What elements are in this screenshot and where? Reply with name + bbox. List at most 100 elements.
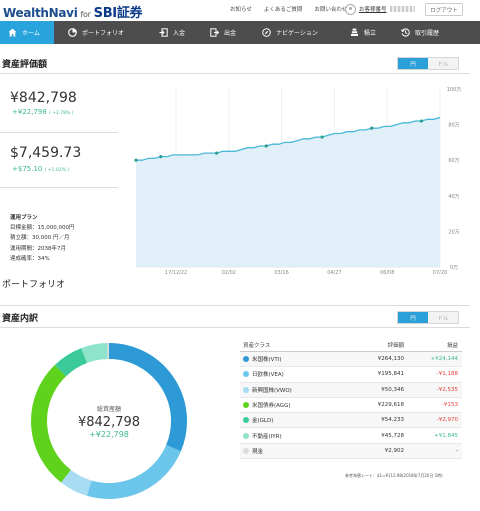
asset-name: 日欧株(VEA) bbox=[252, 372, 284, 379]
valuation-usd-toggle[interactable]: ドル bbox=[428, 58, 458, 69]
valuation-title: 資産評価額 bbox=[2, 60, 48, 70]
total-assets-value: ¥842,798 bbox=[77, 414, 141, 430]
col-value: 評価額 bbox=[387, 342, 404, 349]
asset-profit-loss: -¥153 bbox=[442, 402, 458, 409]
investment-plan: 運用プラン 目標金額：15,000,000円 積立額：30,000 円／月 運用… bbox=[10, 213, 75, 264]
logo-partner-text: SBI証券 bbox=[93, 6, 143, 21]
asset-value: ¥229,618 bbox=[377, 402, 404, 409]
total-assets-gain: +¥22,798 bbox=[89, 429, 129, 439]
nav-item-accumulation[interactable]: 積立 bbox=[342, 21, 393, 44]
x-tick-label: 02/02 bbox=[222, 270, 236, 276]
asset-name: 不動産(IYR) bbox=[252, 433, 282, 440]
series-area bbox=[136, 117, 440, 267]
history-icon bbox=[401, 28, 410, 37]
divider bbox=[0, 73, 470, 74]
faq-link[interactable]: よくあるご質問 bbox=[264, 5, 303, 13]
deposit-marker bbox=[370, 126, 374, 130]
deposit-marker bbox=[159, 155, 163, 159]
logout-button[interactable]: ログアウト bbox=[425, 3, 463, 16]
breakdown-yen-toggle[interactable]: 円 bbox=[398, 312, 428, 323]
table-row: 現金 ¥2,902 - bbox=[240, 443, 462, 460]
nav-item-navigation[interactable]: ナビゲーション bbox=[254, 21, 342, 44]
deposit-marker bbox=[134, 158, 138, 162]
legend-dot-icon bbox=[243, 432, 249, 439]
breakdown-usd-toggle[interactable]: ドル bbox=[428, 312, 458, 323]
deposit-marker bbox=[264, 144, 268, 148]
asset-value: ¥264,130 bbox=[377, 356, 404, 363]
plan-achievement: 達成確率：34% bbox=[10, 255, 50, 262]
y-tick-label: 0万 bbox=[450, 265, 458, 271]
nav-label-withdraw: 出金 bbox=[224, 30, 237, 37]
deposit-marker bbox=[320, 135, 324, 139]
valuation-yen-toggle[interactable]: 円 bbox=[398, 58, 428, 69]
asset-profit-loss: - bbox=[456, 447, 458, 454]
pie-chart-icon bbox=[68, 28, 77, 37]
nav-label-history: 取引履歴 bbox=[415, 30, 440, 37]
plan-monthly: 積立額：30,000 円／月 bbox=[10, 235, 70, 242]
divider bbox=[0, 187, 118, 188]
x-tick-label: 04/27 bbox=[327, 270, 341, 276]
nav-item-deposit[interactable]: 入金 bbox=[151, 21, 202, 44]
x-tick-label: 03/16 bbox=[274, 270, 288, 276]
breakdown-title: 資産内訳 bbox=[2, 314, 39, 324]
header-links: お知らせ よくあるご質問 お問い合わせ bbox=[230, 5, 347, 13]
legend-dot-icon bbox=[243, 402, 249, 409]
asset-profit-loss: -¥2,970 bbox=[436, 417, 458, 424]
asset-name-cell: 米国株(VTI) bbox=[240, 355, 340, 363]
asset-value: ¥2,902 bbox=[384, 447, 404, 454]
news-link[interactable]: お知らせ bbox=[230, 5, 252, 13]
nav-item-home[interactable]: ホーム bbox=[0, 21, 54, 44]
wealthnavi-logo[interactable]: WealthNavi for SBI証券 bbox=[3, 2, 143, 21]
stack-icon bbox=[350, 28, 359, 37]
y-tick-label: 40万 bbox=[448, 194, 459, 200]
col-profit-loss: 損益 bbox=[446, 342, 458, 349]
deposit-icon bbox=[159, 28, 168, 37]
valuation-chart: 17/12/22 02/02 03/16 04/27 06/08 07/20 100万 80万… bbox=[134, 87, 461, 276]
user-menu[interactable]: お客様番号 bbox=[345, 2, 417, 16]
nav-label-navigation: ナビゲーション bbox=[276, 30, 318, 37]
nav-label-accumulation: 積立 bbox=[364, 30, 377, 37]
deposit-marker bbox=[419, 119, 423, 123]
user-icon bbox=[345, 3, 356, 15]
table-row: 日欧株(VEA) ¥195,841 -¥1,188 bbox=[240, 367, 462, 383]
gain-jpy-amount: +¥22,798 bbox=[12, 108, 47, 116]
asset-value: ¥45,728 bbox=[381, 432, 404, 439]
compass-icon bbox=[262, 28, 271, 37]
plan-period: 運用期間：2038年7月 bbox=[10, 245, 66, 252]
table-row: 米国株(VTI) ¥264,130 +¥24,144 bbox=[240, 352, 462, 368]
donut-center: 総資産額 ¥842,798 +¥22,798 bbox=[28, 340, 190, 502]
asset-table-body: 米国株(VTI) ¥264,130 +¥24,144 日欧株(VEA) ¥195,841… bbox=[240, 352, 462, 460]
divider bbox=[0, 305, 470, 306]
asset-value: ¥54,233 bbox=[381, 417, 404, 424]
table-row: 不動産(IYR) ¥45,728 +¥1,845 bbox=[240, 428, 462, 444]
gain-usd-pct: ( +1.02% ) bbox=[44, 168, 70, 173]
customer-number-label[interactable]: お客様番号 bbox=[359, 5, 387, 13]
x-tick-label: 06/08 bbox=[380, 270, 394, 276]
asset-name-cell: 現金 bbox=[240, 447, 340, 455]
nav-item-portfolio[interactable]: ポートフォリオ bbox=[54, 21, 151, 44]
x-tick-label: 07/20 bbox=[433, 270, 447, 276]
nav-item-history[interactable]: 取引履歴 bbox=[393, 21, 480, 44]
y-tick-label: 60万 bbox=[448, 158, 459, 164]
asset-profit-loss: -¥2,535 bbox=[436, 386, 458, 393]
gain-jpy: +¥22,798 ( +2.78% ) bbox=[12, 108, 74, 116]
total-value-jpy: ¥842,798 bbox=[10, 90, 77, 106]
plan-title: 運用プラン bbox=[10, 215, 38, 221]
y-tick-label: 20万 bbox=[448, 229, 459, 235]
table-row: 金(GLD) ¥54,233 -¥2,970 bbox=[240, 413, 462, 429]
home-icon bbox=[8, 28, 17, 37]
asset-profit-loss: +¥24,144 bbox=[430, 356, 458, 363]
logo-main-text: WealthNavi bbox=[3, 6, 78, 20]
asset-name-cell: 米国債券(AGG) bbox=[240, 401, 340, 409]
exchange-rate-note: 参考為替レート：$1=¥112.98(2018年7月20日 1時) bbox=[345, 473, 443, 478]
asset-name: 現金 bbox=[252, 448, 264, 455]
legend-dot-icon bbox=[243, 447, 249, 454]
nav-item-withdraw[interactable]: 出金 bbox=[202, 21, 254, 44]
asset-value: ¥195,841 bbox=[377, 371, 404, 378]
plan-target: 目標金額：15,000,000円 bbox=[10, 225, 75, 232]
portfolio-label[interactable]: ポートフォリオ bbox=[2, 277, 65, 290]
valuation-currency-toggle: 円 ドル bbox=[397, 57, 459, 70]
asset-name-cell: 金(GLD) bbox=[240, 416, 340, 424]
contact-link[interactable]: お問い合わせ bbox=[314, 5, 347, 13]
legend-dot-icon bbox=[243, 417, 249, 424]
